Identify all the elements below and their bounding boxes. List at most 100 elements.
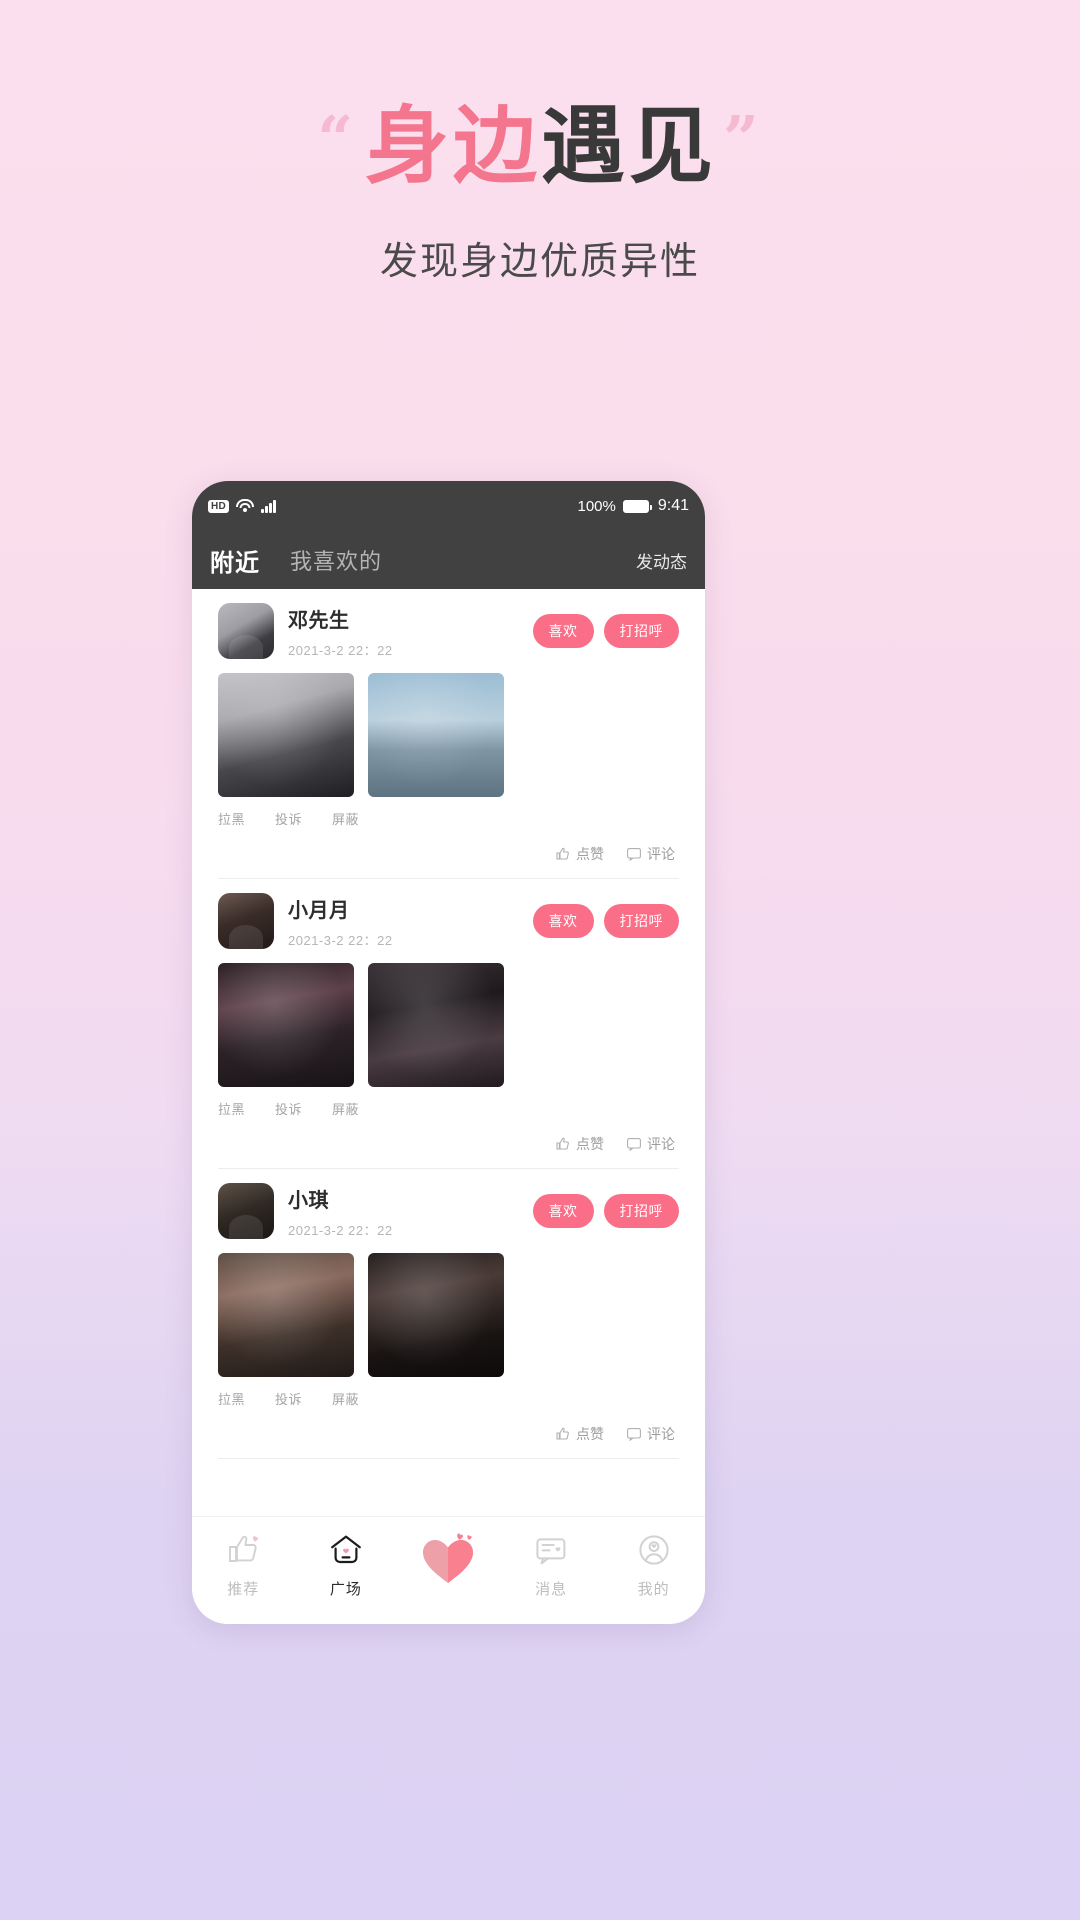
tab-nearby[interactable]: 附近 xyxy=(210,543,260,578)
nav-item-plaza[interactable]: 广场 xyxy=(295,1531,398,1599)
clock: 9:41 xyxy=(657,497,689,514)
heart-fab-icon[interactable] xyxy=(417,1531,479,1587)
close-quote-icon: ” xyxy=(723,102,763,175)
shield-link[interactable]: 屏蔽 xyxy=(332,809,359,828)
nav-label-messages: 消息 xyxy=(535,1581,568,1598)
greet-button[interactable]: 打招呼 xyxy=(603,904,679,938)
feed-post: 小月月 2021-3-2 22：22 喜欢 打招呼 拉黑 投诉 屏蔽 点赞 评论 xyxy=(192,879,705,1154)
status-bar: HD 100% 9:41 xyxy=(192,481,705,531)
block-link[interactable]: 拉黑 xyxy=(218,1099,245,1118)
hd-icon: HD xyxy=(208,499,230,513)
nav-label-profile: 我的 xyxy=(637,1581,670,1598)
feed-post: 小琪 2021-3-2 22：22 喜欢 打招呼 拉黑 投诉 屏蔽 点赞 评论 xyxy=(192,1169,705,1444)
shield-link[interactable]: 屏蔽 xyxy=(332,1389,359,1408)
comment-label: 评论 xyxy=(647,1426,675,1442)
post-moderation-links: 拉黑 投诉 屏蔽 xyxy=(218,1099,679,1118)
block-link[interactable]: 拉黑 xyxy=(218,809,245,828)
post-footer: 点赞 评论 xyxy=(218,1424,679,1444)
praise-button[interactable]: 点赞 xyxy=(555,1424,604,1444)
thumbs-up-icon xyxy=(556,1427,569,1440)
thumbs-up-heart-icon xyxy=(226,1531,260,1569)
nav-item-messages[interactable]: 消息 xyxy=(500,1531,603,1599)
post-photo[interactable] xyxy=(218,963,354,1087)
greet-button[interactable]: 打招呼 xyxy=(603,1194,679,1228)
nav-label-plaza: 广场 xyxy=(329,1581,362,1598)
post-photo[interactable] xyxy=(368,1253,504,1377)
nav-item-recommend[interactable]: 推荐 xyxy=(192,1531,295,1599)
report-link[interactable]: 投诉 xyxy=(275,1099,302,1118)
title-part-pink: 身边 xyxy=(364,99,541,193)
status-bar-right: 100% 9:41 xyxy=(577,497,689,515)
post-photo[interactable] xyxy=(218,673,354,797)
phone-mockup: HD 100% 9:41 附近 我喜欢的 发动态 邓先生 2021-3-2 22… xyxy=(192,481,705,1624)
avatar[interactable] xyxy=(218,893,274,949)
block-link[interactable]: 拉黑 xyxy=(218,1389,245,1408)
praise-label: 点赞 xyxy=(576,1136,604,1152)
thumbs-up-icon xyxy=(556,847,569,860)
greet-button[interactable]: 打招呼 xyxy=(603,614,679,648)
post-actions: 喜欢 打招呼 xyxy=(532,904,679,938)
post-meta: 小琪 2021-3-2 22：22 xyxy=(288,1184,393,1239)
post-photo[interactable] xyxy=(218,1253,354,1377)
post-header: 小琪 2021-3-2 22：22 喜欢 打招呼 xyxy=(218,1183,679,1239)
post-moderation-links: 拉黑 投诉 屏蔽 xyxy=(218,1389,679,1408)
chat-heart-icon xyxy=(534,1531,568,1569)
hero-section: “ 身边 遇见 ” 发现身边优质异性 xyxy=(0,0,1080,285)
tab-liked[interactable]: 我喜欢的 xyxy=(290,544,382,576)
post-moderation-links: 拉黑 投诉 屏蔽 xyxy=(218,809,679,828)
feed-list[interactable]: 邓先生 2021-3-2 22：22 喜欢 打招呼 拉黑 投诉 屏蔽 点赞 评论… xyxy=(192,589,705,1516)
praise-label: 点赞 xyxy=(576,846,604,862)
comment-button[interactable]: 评论 xyxy=(626,1424,675,1444)
post-actions: 喜欢 打招呼 xyxy=(532,1194,679,1228)
post-timestamp: 2021-3-2 22：22 xyxy=(288,1222,393,1238)
like-button[interactable]: 喜欢 xyxy=(532,904,594,938)
post-header: 小月月 2021-3-2 22：22 喜欢 打招呼 xyxy=(218,893,679,949)
comment-button[interactable]: 评论 xyxy=(626,1134,675,1154)
post-timestamp: 2021-3-2 22：22 xyxy=(288,642,393,658)
like-button[interactable]: 喜欢 xyxy=(532,1194,594,1228)
comment-label: 评论 xyxy=(647,846,675,862)
title-part-dark: 遇见 xyxy=(541,99,718,193)
praise-button[interactable]: 点赞 xyxy=(555,1134,604,1154)
post-author-name: 小琪 xyxy=(288,1189,329,1212)
status-bar-left: HD xyxy=(208,499,276,513)
comment-label: 评论 xyxy=(647,1136,675,1152)
shield-link[interactable]: 屏蔽 xyxy=(332,1099,359,1118)
praise-button[interactable]: 点赞 xyxy=(555,844,604,864)
nav-center-action[interactable] xyxy=(397,1531,500,1587)
post-footer: 点赞 评论 xyxy=(218,844,679,864)
post-author-name: 小月月 xyxy=(288,899,350,922)
comment-icon xyxy=(627,1138,641,1151)
post-moment-button[interactable]: 发动态 xyxy=(636,548,687,573)
comment-icon xyxy=(627,1428,641,1441)
home-heart-icon xyxy=(329,1531,363,1569)
app-navbar: 附近 我喜欢的 发动态 xyxy=(192,531,705,589)
report-link[interactable]: 投诉 xyxy=(275,809,302,828)
thumbs-up-icon xyxy=(556,1137,569,1150)
post-author-name: 邓先生 xyxy=(288,609,350,632)
post-header: 邓先生 2021-3-2 22：22 喜欢 打招呼 xyxy=(218,603,679,659)
avatar[interactable] xyxy=(218,603,274,659)
post-photos xyxy=(218,673,679,797)
report-link[interactable]: 投诉 xyxy=(275,1389,302,1408)
open-quote-icon: “ xyxy=(317,102,357,175)
comment-button[interactable]: 评论 xyxy=(626,844,675,864)
post-meta: 小月月 2021-3-2 22：22 xyxy=(288,894,393,949)
signal-bars-icon xyxy=(261,499,276,513)
post-photos xyxy=(218,1253,679,1377)
avatar[interactable] xyxy=(218,1183,274,1239)
post-photos xyxy=(218,963,679,1087)
page-subtitle: 发现身边优质异性 xyxy=(379,241,700,283)
feed-post: 邓先生 2021-3-2 22：22 喜欢 打招呼 拉黑 投诉 屏蔽 点赞 评论 xyxy=(192,589,705,864)
battery-icon xyxy=(622,499,652,513)
post-footer: 点赞 评论 xyxy=(218,1134,679,1154)
comment-icon xyxy=(627,848,641,861)
like-button[interactable]: 喜欢 xyxy=(532,614,594,648)
post-photo[interactable] xyxy=(368,963,504,1087)
post-photo[interactable] xyxy=(368,673,504,797)
bottom-nav: 推荐 广场 消息 我的 xyxy=(192,1516,705,1624)
nav-item-profile[interactable]: 我的 xyxy=(602,1531,705,1599)
battery-percent: 100% xyxy=(577,497,616,515)
post-timestamp: 2021-3-2 22：22 xyxy=(288,932,393,948)
post-meta: 邓先生 2021-3-2 22：22 xyxy=(288,604,393,659)
